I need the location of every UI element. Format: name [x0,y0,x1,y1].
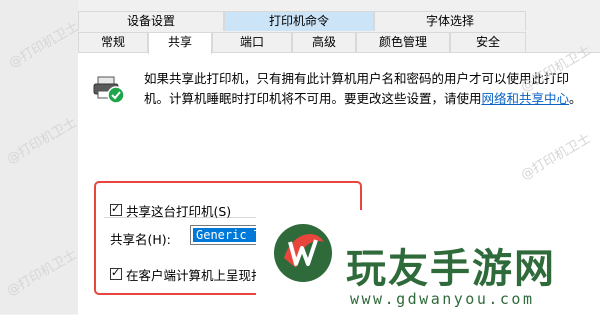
tab-row-upper: 设备设置 打印机命令 字体选择 [78,11,600,31]
tab-advanced[interactable]: 高级 [292,32,356,52]
tab-row-lower: 常规 共享 端口 高级 颜色管理 安全 [78,32,600,54]
tab-general[interactable]: 常规 [78,32,148,52]
sharing-description: 如果共享此打印机，只有拥有此计算机用户名和密码的用户才可以使用此打印机。计算机睡… [144,69,584,109]
tab-sharing[interactable]: 共享 [148,32,212,54]
tab-ports[interactable]: 端口 [212,32,292,52]
tab-security[interactable]: 安全 [450,32,526,52]
tab-printer-commands[interactable]: 打印机命令 [224,11,374,31]
tab-device-settings[interactable]: 设备设置 [78,11,224,31]
brand-name: 玩友手游网 [346,246,556,292]
sharing-description-suffix: 。 [569,91,582,106]
brand-url: www.gdwanyou.com [350,290,535,308]
shared-printer-icon [93,76,125,104]
tab-font-selection[interactable]: 字体选择 [374,11,526,31]
tab-color-management[interactable]: 颜色管理 [356,32,450,52]
brand-logo-icon [274,224,332,282]
